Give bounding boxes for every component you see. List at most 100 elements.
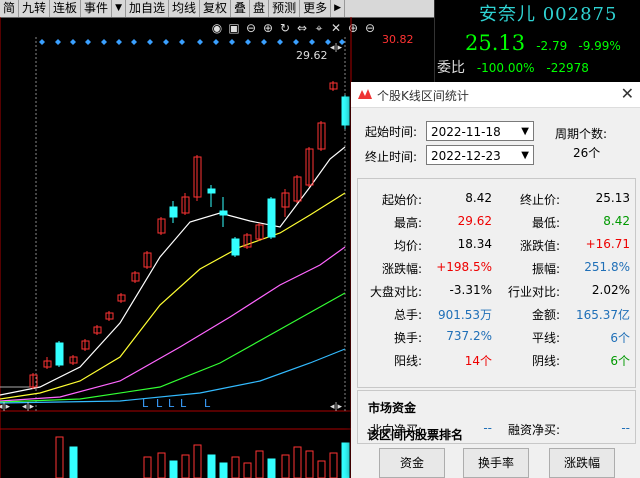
industry-compare-label: 行业对比:	[507, 285, 560, 299]
chevron-down-icon[interactable]: ▼	[112, 0, 126, 17]
start-time-label: 起始时间:	[365, 125, 418, 139]
right-range-handle: ◂|▸	[330, 402, 343, 412]
volume-bar-15	[305, 450, 314, 478]
volume-bar-9	[231, 456, 240, 478]
l-marker-1: L	[156, 397, 163, 410]
toolbar-adjust[interactable]: 复权	[200, 0, 232, 17]
rank-change-button[interactable]: 涨跌幅	[549, 448, 615, 478]
last-price: 25.13	[465, 31, 526, 55]
yin-label: 阴线:	[531, 354, 560, 368]
candle-15	[219, 210, 228, 216]
end-price-label: 终止价:	[519, 193, 560, 207]
event-marker-6	[131, 39, 137, 45]
candle-14	[207, 188, 216, 194]
toolbar-ma[interactable]: 均线	[169, 0, 201, 17]
chevron-right-icon[interactable]: ▶	[331, 0, 346, 17]
volume-bar-2	[143, 456, 152, 478]
change-pct-value: +198.5%	[436, 260, 492, 274]
end-date-select[interactable]: 2022-12-23 ▼	[426, 145, 534, 165]
end-time-label: 终止时间:	[365, 150, 418, 164]
amount-label: 金额:	[531, 308, 560, 322]
rank-funds-button[interactable]: 资金	[379, 448, 445, 478]
ma-line-3	[0, 292, 346, 403]
event-marker-0	[39, 39, 45, 45]
avg-value: 18.34	[457, 237, 492, 251]
volume-bar-10	[243, 462, 252, 478]
period-count-label: 周期个数:	[555, 127, 608, 141]
toolbar-jiuzhuan[interactable]: 九转	[19, 0, 51, 17]
industry-compare-value: 2.02%	[591, 283, 630, 297]
weibi-row: 委比 -100.00% -22978	[437, 57, 589, 77]
start-date-value: 2022-11-18	[431, 125, 501, 139]
stats-group: 起始价: 8.42 终止价: 25.13 最高: 29.62 最低: 8.42 …	[357, 178, 636, 388]
candle-19	[267, 198, 276, 238]
margin-buy-value: --	[621, 421, 630, 435]
high-label: 最高:	[393, 216, 422, 230]
ma-line-1	[0, 192, 346, 400]
event-marker-8	[163, 39, 169, 45]
toolbar-add-watchlist[interactable]: 加自选	[126, 0, 169, 17]
turnover-label: 换手:	[393, 331, 422, 345]
high-value: 29.62	[457, 214, 492, 228]
toolbar-lianban[interactable]: 连板	[50, 0, 82, 17]
chart-toolbar: 简 九转 连板 事件 ▼ 加自选 均线 复权 叠 盘 预测 更多 ▶	[0, 0, 434, 18]
change-value-label: 涨跌值:	[519, 239, 560, 253]
event-marker-4	[101, 39, 107, 45]
toolbar-overlay[interactable]: 叠	[231, 0, 251, 17]
app-logo-icon	[358, 89, 372, 99]
price-marker: 30.82	[382, 33, 414, 46]
volume-bar-14	[293, 446, 302, 478]
toolbar-pan[interactable]: 盘	[250, 0, 270, 17]
ma-line-4	[0, 348, 346, 404]
start-price-value: 8.42	[465, 191, 492, 205]
dialog-body: 起始时间: 2022-11-18 ▼ 终止时间: 2022-12-23 ▼ 周期…	[351, 108, 640, 478]
volume-bar-17	[329, 452, 338, 478]
event-marker-9	[179, 39, 185, 45]
weibi-label: 委比	[437, 60, 465, 76]
toolbar-forecast[interactable]: 预测	[269, 0, 301, 17]
event-marker-16	[293, 39, 299, 45]
start-price-label: 起始价:	[381, 193, 422, 207]
stock-title: 安奈儿 002875	[479, 0, 617, 26]
stock-code: 002875	[542, 4, 618, 25]
volume-bar-7	[207, 454, 216, 478]
high-price-label: 29.62	[296, 49, 328, 62]
flat-value: 6个	[610, 331, 630, 345]
volume-bar-18	[341, 442, 350, 478]
event-marker-17	[309, 39, 315, 45]
event-marker-10	[197, 39, 203, 45]
amplitude-value: 251.8%	[584, 260, 630, 274]
weibi-pct: -100.00%	[476, 61, 535, 75]
close-icon[interactable]: ✕	[621, 84, 634, 103]
end-price-value: 25.13	[595, 191, 630, 205]
amount-value: 165.37亿	[576, 308, 630, 322]
event-marker-7	[147, 39, 153, 45]
toolbar-more[interactable]: 更多	[300, 0, 332, 17]
rank-turnover-button[interactable]: 换手率	[463, 448, 529, 478]
flat-label: 平线:	[531, 331, 560, 345]
l-marker-0: L	[142, 397, 149, 410]
volume-bar-0	[55, 436, 64, 478]
start-date-select[interactable]: 2022-11-18 ▼	[426, 121, 534, 141]
volume-bar-4	[169, 460, 178, 478]
event-marker-1	[55, 39, 61, 45]
volume-bar-11	[255, 450, 264, 478]
dialog-titlebar[interactable]: 个股K线区间统计 ✕	[351, 82, 640, 108]
event-marker-2	[70, 39, 76, 45]
l-marker-2: L	[168, 397, 175, 410]
dialog-title: 个股K线区间统计	[377, 89, 469, 103]
volume-value: 901.53万	[438, 308, 492, 322]
period-count-value: 26个	[573, 146, 601, 160]
yang-label: 阳线:	[393, 354, 422, 368]
volume-bar-12	[267, 458, 276, 478]
turnover-value: 737.2%	[446, 329, 492, 343]
toolbar-simple[interactable]: 简	[0, 0, 20, 17]
chevron-down-icon: ▼	[521, 150, 529, 161]
price-change-pct: -9.99%	[578, 39, 621, 53]
toolbar-events[interactable]: 事件	[81, 0, 113, 17]
low-value: 8.42	[603, 214, 630, 228]
volume-bar-8	[219, 462, 228, 478]
change-pct-label: 涨跌幅:	[381, 262, 422, 276]
event-marker-3	[85, 39, 91, 45]
kline-range-stats-dialog: 个股K线区间统计 ✕ 起始时间: 2022-11-18 ▼ 终止时间: 2022…	[351, 82, 640, 478]
